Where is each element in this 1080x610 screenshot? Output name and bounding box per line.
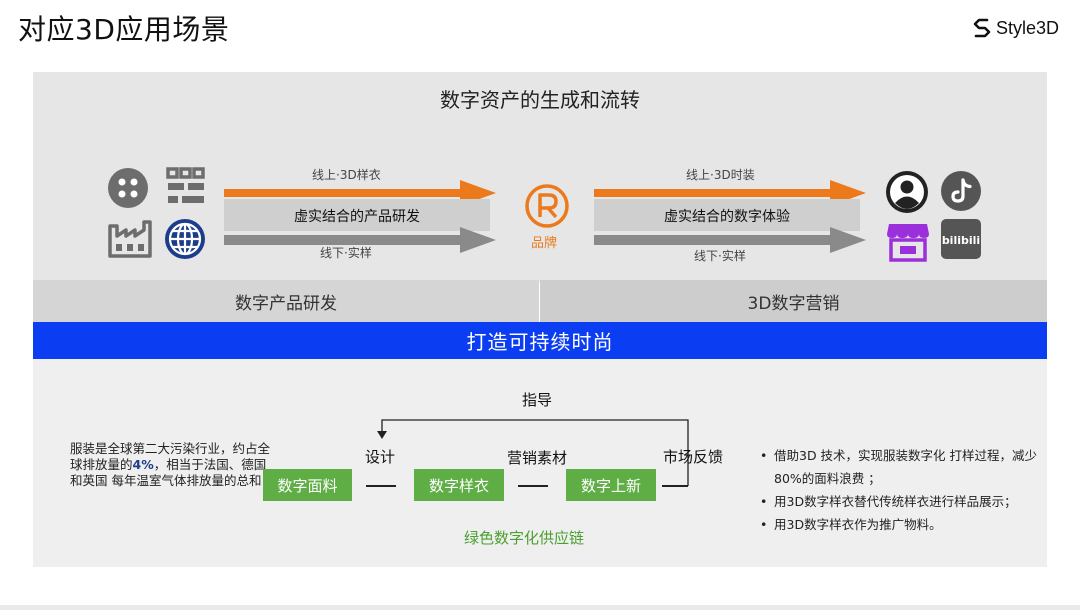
right-bottom-label: 线下·实样 — [694, 249, 746, 263]
svg-text:bilibili: bilibili — [942, 234, 980, 247]
connector-1 — [366, 485, 396, 487]
benefit-item: 用3D数字样衣替代传统样衣进行样品展示； — [760, 490, 1045, 513]
connector-2 — [518, 485, 548, 487]
factory-icon — [108, 220, 152, 258]
flow-title: 数字资产的生成和流转 — [440, 88, 640, 112]
globe-icon — [165, 219, 205, 259]
benefit-item: 用3D数字样衣作为推广物料。 — [760, 513, 1045, 536]
box-digital-sample: 数字样衣 — [414, 469, 504, 501]
benefit-item: 借助3D 技术，实现服装数字化 打样过程，减少80%的面料浪费 ； — [760, 444, 1045, 490]
slide-bottom-edge — [0, 605, 1080, 610]
note-highlight: 4% — [132, 457, 154, 472]
tiktok-icon — [941, 171, 981, 211]
step-marketing: 营销素材 — [507, 449, 568, 467]
green-supply-chain-label: 绿色数字化供应链 — [464, 529, 585, 547]
logo-text: Style3D — [996, 17, 1060, 38]
column-digital-product: 数字产品研发 — [33, 280, 539, 322]
box-digital-launch: 数字上新 — [566, 469, 656, 501]
store-icon — [887, 224, 929, 262]
button-icon — [108, 168, 148, 208]
column-3d-marketing: 3D数字营销 — [540, 280, 1047, 322]
style3d-logo: Style3D — [972, 14, 1064, 42]
benefit-list: 借助3D 技术，实现服装数字化 打样过程，减少80%的面料浪费 ； 用3D数字样… — [760, 444, 1045, 536]
guide-label: 指导 — [522, 391, 553, 409]
user-icon — [886, 171, 928, 213]
server-rack-icon — [166, 167, 205, 203]
connector-3 — [662, 485, 688, 487]
style3d-s-icon — [973, 18, 991, 38]
bilibili-icon: bilibili — [941, 219, 981, 259]
brand-label: 品牌 — [531, 236, 558, 251]
box-digital-fabric: 数字面料 — [263, 469, 352, 501]
right-band-text: 虚实结合的数字体验 — [664, 209, 790, 225]
step-feedback: 市场反馈 — [663, 448, 724, 466]
left-band-text: 虚实结合的产品研发 — [294, 209, 420, 225]
registered-trademark-icon — [525, 184, 569, 228]
pollution-note: 服装是全球第二大污染行业，约占全球排放量的4%，相当于法国、德国和英国 每年温室… — [70, 441, 270, 489]
banner-sustainable-fashion: 打造可持续时尚 — [33, 322, 1047, 359]
left-bottom-label: 线下·实样 — [320, 246, 372, 260]
step-design: 设计 — [365, 448, 396, 466]
slide-title: 对应3D应用场景 — [18, 13, 230, 46]
